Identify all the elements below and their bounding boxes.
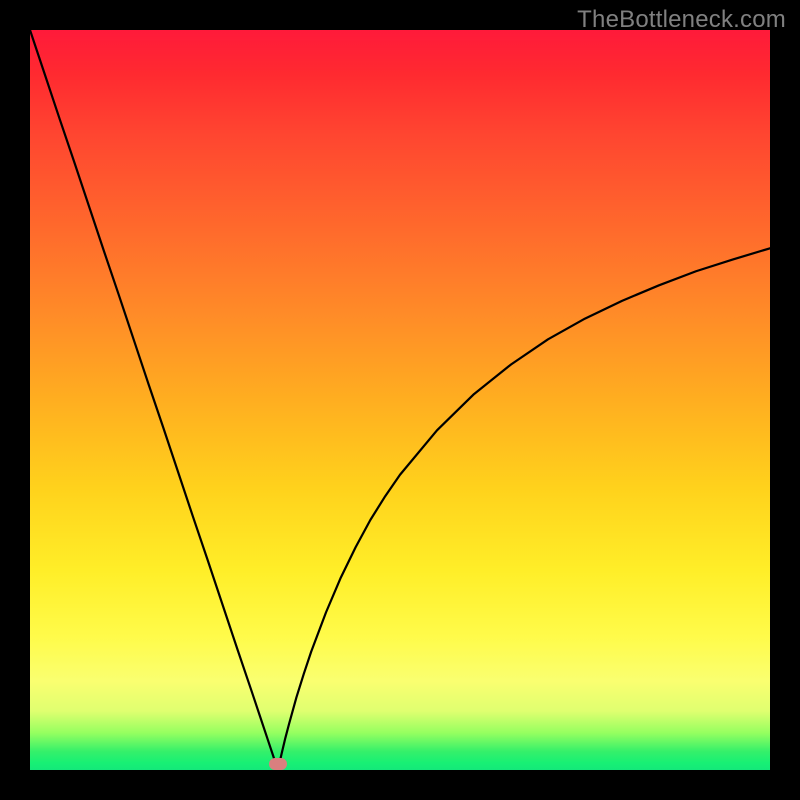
- attribution-watermark: TheBottleneck.com: [577, 6, 786, 34]
- bottleneck-curve: [30, 30, 770, 770]
- optimal-point-marker: [269, 758, 287, 770]
- chart-frame: TheBottleneck.com: [0, 0, 800, 800]
